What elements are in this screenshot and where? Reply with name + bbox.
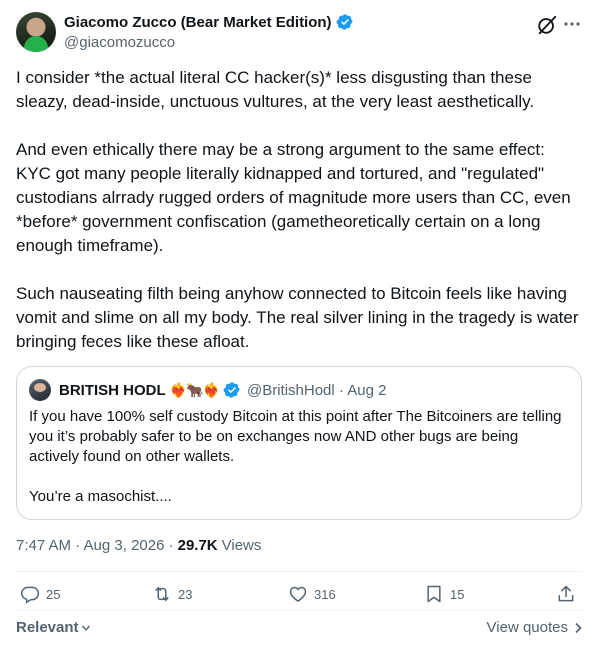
tweet-timestamp[interactable]: 7:47 AM · Aug 3, 2026 · (16, 537, 174, 554)
heart-icon (289, 586, 307, 602)
divider (16, 610, 582, 611)
quoted-author-name: BRITISH HODL (59, 381, 166, 399)
bookmark-icon (427, 585, 441, 603)
reply-button[interactable]: 25 (20, 584, 60, 604)
chevron-right-icon (575, 622, 582, 633)
reply-count: 25 (46, 586, 61, 602)
sort-dropdown[interactable]: Relevant (16, 619, 91, 636)
views-label: Views (221, 537, 262, 554)
repost-icon (155, 587, 169, 601)
like-count: 316 (314, 586, 336, 602)
author-avatar[interactable] (16, 12, 56, 52)
quoted-author-emoji: ❤️‍🔥🐂❤️‍🔥 (169, 381, 220, 398)
tweet-paragraph: Such nauseating filth being anyhow conne… (16, 284, 579, 351)
view-quotes-link[interactable]: View quotes (487, 619, 582, 636)
verified-badge-icon (336, 14, 353, 30)
author-display-name[interactable]: Giacomo Zucco (Bear Market Edition) (64, 14, 332, 31)
divider (16, 571, 582, 572)
quoted-verified-badge-icon (223, 382, 240, 398)
chevron-down-icon (81, 625, 90, 631)
tweet-header: Giacomo Zucco (Bear Market Edition) @gia… (16, 12, 582, 56)
view-quotes-label: View quotes (486, 619, 568, 636)
repost-button[interactable]: 23 (152, 584, 192, 604)
share-icon (558, 585, 574, 602)
repost-count: 23 (178, 586, 193, 602)
more-options-icon[interactable] (562, 14, 582, 34)
bookmark-button[interactable]: 15 (424, 584, 464, 604)
tweet-meta: 7:47 AM · Aug 3, 2026 · 29.7K Views (16, 537, 261, 554)
quoted-tweet-header: BRITISH HODL ❤️‍🔥🐂❤️‍🔥 @BritishHodl · Au… (29, 379, 386, 401)
author-handle[interactable]: @giacomozucco (64, 34, 175, 51)
author-name-row: Giacomo Zucco (Bear Market Edition) (64, 13, 354, 31)
quoted-paragraph: If you have 100% self custody Bitcoin at… (29, 408, 562, 465)
bookmark-count: 15 (450, 586, 465, 602)
sort-label: Relevant (16, 619, 79, 636)
quoted-handle-date: @BritishHodl · Aug 2 (246, 381, 387, 399)
tweet-text: I consider *the actual literal CC hacker… (16, 66, 582, 354)
tweet-paragraph: I consider *the actual literal CC hacker… (16, 68, 535, 111)
like-button[interactable]: 316 (288, 584, 336, 604)
quoted-tweet-card[interactable]: BRITISH HODL ❤️‍🔥🐂❤️‍🔥 @BritishHodl · Au… (16, 366, 582, 520)
quoted-tweet-text: If you have 100% self custody Bitcoin at… (29, 407, 569, 507)
tweet-paragraph: And even ethically there may be a strong… (16, 140, 571, 255)
views-count: 29.7K (177, 537, 218, 554)
grok-icon[interactable] (536, 14, 558, 36)
quoted-author-avatar (29, 379, 51, 401)
reply-icon (20, 586, 40, 604)
share-button[interactable] (556, 584, 576, 604)
action-bar: 25 23 316 15 (16, 584, 582, 610)
quoted-paragraph: You’re a masochist.... (29, 488, 172, 505)
replies-toolbar: Relevant View quotes (16, 619, 582, 639)
